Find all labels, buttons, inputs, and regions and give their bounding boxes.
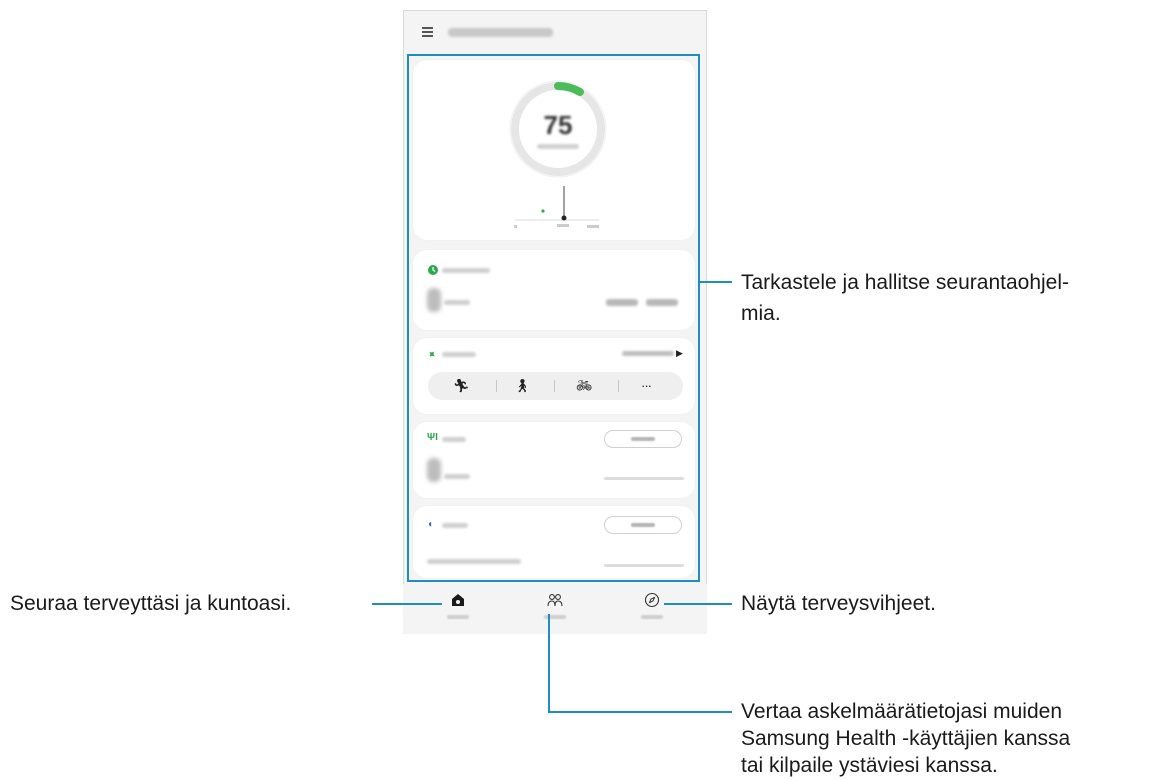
active-time-value (427, 288, 441, 312)
callout-together-line2: Samsung Health -käyttäjien kanssa (741, 727, 1071, 750)
active-time-stat-2 (646, 299, 678, 306)
food-value (427, 458, 441, 482)
menu-icon[interactable] (422, 27, 433, 37)
moon-icon: ◖ (427, 519, 434, 530)
callout-discover: Näytä terveysvihjeet. (741, 592, 936, 615)
bottom-navigation (403, 584, 707, 634)
exercise-title (442, 352, 476, 357)
exercise-view-history-link[interactable] (622, 351, 674, 356)
food-unit (444, 474, 470, 479)
callout-trackers-line2: mia. (741, 302, 781, 325)
food-title (442, 437, 466, 442)
app-title (448, 28, 553, 37)
callout-line-trackers (700, 281, 732, 283)
active-time-icon (428, 265, 438, 275)
home-icon[interactable] (450, 592, 466, 608)
active-time-card[interactable] (413, 250, 695, 330)
callout-together-line3: tai kilpaile ystäviesi kanssa. (741, 754, 998, 777)
sleep-title (442, 523, 468, 528)
callout-line-home (372, 603, 442, 605)
steps-ring: 75 (507, 78, 609, 180)
callout-trackers-line1: Tarkastele ja hallitse seurantaohjel- (741, 271, 1070, 294)
callout-line-discover (664, 603, 732, 605)
steps-mini-chart (514, 186, 599, 228)
sleep-question (427, 559, 521, 564)
together-icon[interactable] (547, 592, 563, 608)
steps-value: 75 (543, 110, 573, 140)
steps-caption (537, 144, 579, 149)
sleep-progress-bar (604, 564, 684, 567)
active-time-stat-1 (606, 299, 638, 306)
callout-line-together-vertical (548, 614, 550, 712)
fork-knife-icon: ΨΙ (427, 432, 438, 443)
app-top-bar (404, 11, 706, 55)
chevron-right-icon[interactable]: ▶ (676, 348, 683, 359)
food-progress-bar (604, 477, 684, 480)
exercise-shortcut-bar: 🏃︎ 🚶︎ 🚲︎ ··· (428, 372, 683, 400)
running-icon[interactable]: 🏃︎ (453, 378, 470, 394)
nav-label-home (447, 615, 469, 619)
walking-icon[interactable]: 🚶︎ (514, 378, 531, 394)
active-time-unit (444, 300, 470, 305)
callout-home: Seuraa terveyttäsi ja kuntoasi. (10, 592, 292, 615)
more-icon[interactable]: ··· (638, 378, 654, 394)
food-record-button[interactable] (604, 430, 682, 448)
nav-label-discover (641, 615, 663, 619)
callout-together-line1: Vertaa askelmäärätietojasi muiden (741, 700, 1063, 723)
sleep-record-button[interactable] (604, 516, 682, 534)
active-time-title (442, 268, 490, 273)
cycling-icon[interactable]: 🚲︎ (576, 378, 593, 394)
discover-icon[interactable] (644, 592, 660, 608)
callout-line-together-horizontal (548, 711, 732, 713)
